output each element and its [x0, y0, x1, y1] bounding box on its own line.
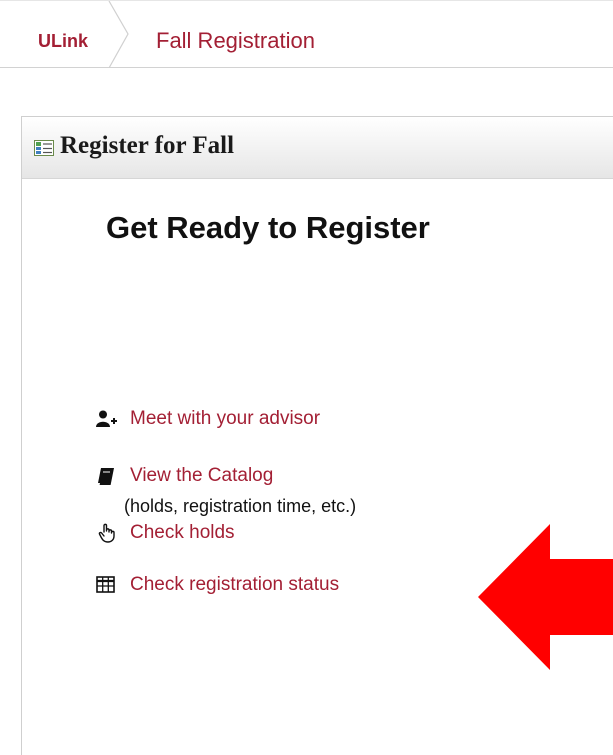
page: ULink Fall Registration Register for Fal…	[0, 0, 613, 755]
hand-pointer-icon	[98, 523, 115, 543]
link-row-advisor[interactable]: Meet with your advisor	[96, 406, 320, 432]
check-registration-status-link[interactable]: Check registration status	[130, 574, 339, 596]
breadcrumb-current-page: Fall Registration	[156, 28, 315, 53]
section-title: Get Ready to Register	[106, 210, 430, 245]
panel-list-icon	[34, 140, 54, 156]
user-add-icon	[96, 410, 117, 427]
view-catalog-link[interactable]: View the Catalog	[130, 465, 273, 487]
panel-title: Register for Fall	[60, 132, 235, 159]
link-row-registration-status[interactable]: Check registration status	[96, 572, 339, 598]
breadcrumb-separator-icon	[108, 1, 129, 68]
breadcrumb: ULink Fall Registration	[0, 0, 613, 68]
link-row-holds[interactable]: Check holds	[96, 520, 235, 546]
meet-advisor-link[interactable]: Meet with your advisor	[130, 408, 320, 430]
panel-header: Register for Fall	[22, 117, 613, 179]
breadcrumb-home-link[interactable]: ULink	[38, 31, 88, 52]
link-row-catalog[interactable]: View the Catalog	[96, 463, 273, 489]
check-holds-link[interactable]: Check holds	[130, 522, 235, 544]
red-arrow-annotation	[478, 524, 613, 670]
registration-status-note: (holds, registration time, etc.)	[124, 496, 357, 516]
table-grid-icon	[96, 576, 115, 593]
book-icon	[98, 468, 114, 485]
